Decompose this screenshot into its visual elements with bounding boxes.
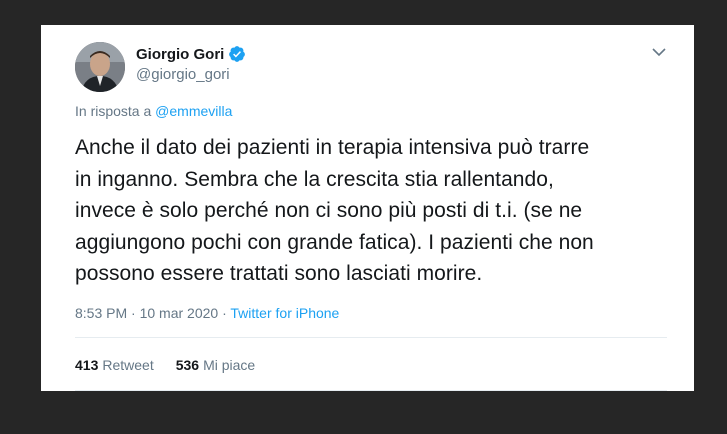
- tweet-stats: 413 Retweet 536 Mi piace: [75, 357, 255, 373]
- avatar[interactable]: [75, 42, 125, 92]
- tweet-time[interactable]: 8:53 PM: [75, 305, 127, 321]
- display-name[interactable]: Giorgio Gori: [136, 46, 224, 63]
- divider: [75, 390, 667, 391]
- verified-badge-icon: [229, 46, 246, 62]
- tweet-date[interactable]: 10 mar 2020: [140, 305, 219, 321]
- tweet-source-link[interactable]: Twitter for iPhone: [230, 305, 339, 321]
- likes-label: Mi piace: [203, 357, 256, 373]
- likes-count: 536: [175, 357, 200, 373]
- tweet-text-line: possono essere trattati sono lasciati mo…: [75, 262, 483, 285]
- tweet-meta: 8:53 PM · 10 mar 2020 · Twitter for iPho…: [75, 305, 339, 321]
- likes-stat[interactable]: 536 Mi piace: [176, 357, 256, 373]
- retweets-stat[interactable]: 413 Retweet: [75, 357, 154, 373]
- author-handle[interactable]: @giorgio_gori: [136, 66, 230, 83]
- divider: [75, 337, 667, 338]
- tweet-text-line: aggiungono pochi con grande fatica). I p…: [75, 230, 594, 254]
- reply-to-link[interactable]: @emmevilla: [155, 103, 232, 119]
- retweets-count: 413: [75, 357, 99, 373]
- tweet-card: Giorgio Gori @giorgio_gori In risposta a…: [41, 25, 694, 391]
- tweet-text-line: in inganno. Sembra che la crescita stia …: [75, 167, 554, 191]
- avatar-photo: [75, 42, 125, 92]
- chevron-down-icon[interactable]: [649, 45, 669, 59]
- reply-prefix: In risposta a: [75, 103, 152, 119]
- reply-context: In risposta a @emmevilla: [75, 103, 232, 119]
- meta-separator: ·: [222, 305, 227, 321]
- tweet-text-line: Anche il dato dei pazienti in terapia in…: [75, 136, 590, 159]
- retweets-label: Retweet: [102, 357, 154, 373]
- tweet-text-line: invece è solo perché non ci sono più pos…: [75, 199, 583, 222]
- meta-separator: ·: [131, 305, 136, 321]
- author-row: Giorgio Gori: [136, 45, 246, 63]
- tweet-text: Anche il dato dei pazienti in terapia in…: [75, 132, 675, 290]
